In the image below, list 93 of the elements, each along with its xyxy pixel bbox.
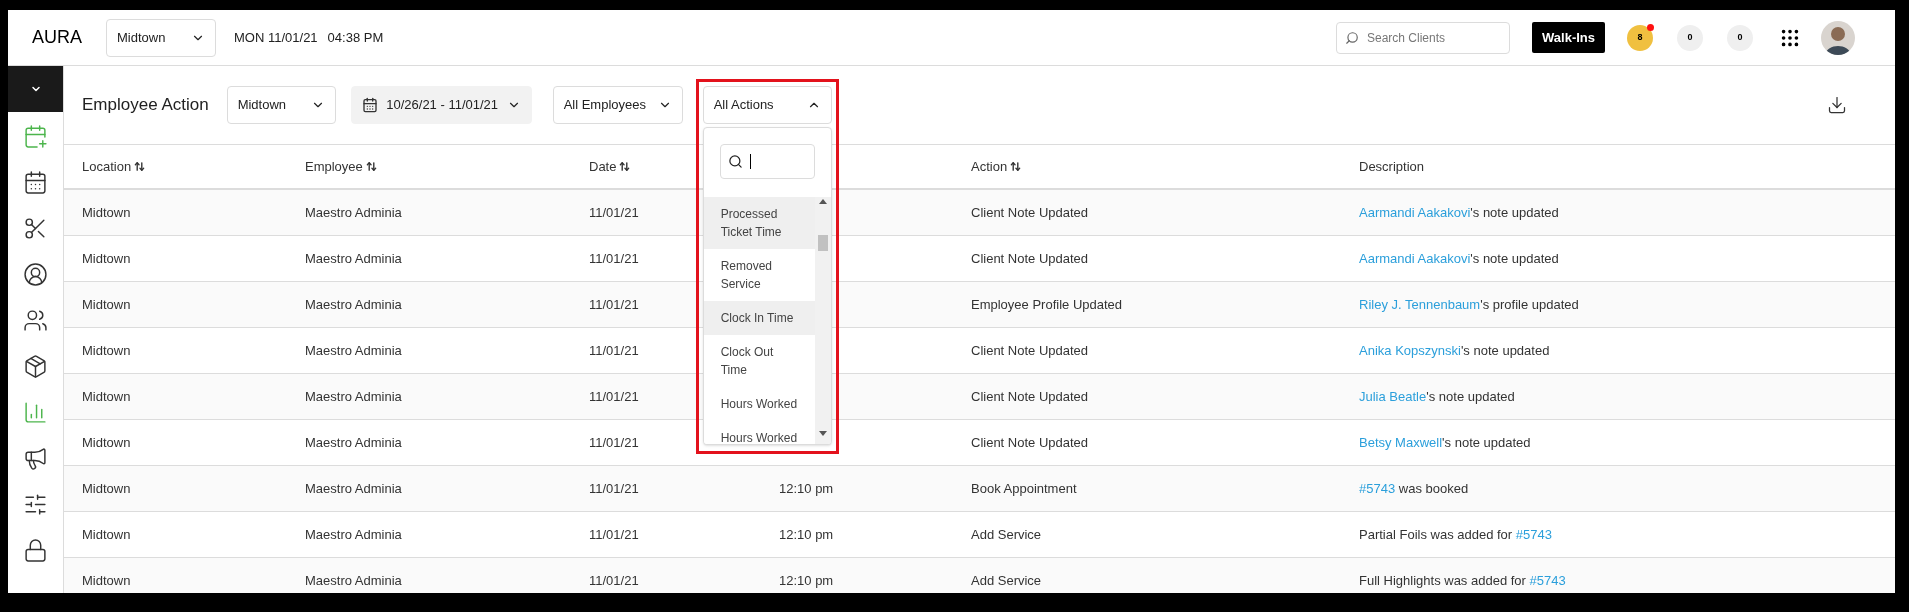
action-cell-text: Client Note Updated [971, 249, 1089, 268]
employee-cell-text: Maestro Adminia [305, 295, 402, 314]
date-cell-text: 11/01/21 [589, 387, 639, 406]
column-header[interactable]: Action [971, 156, 1022, 177]
location-cell-text: Midtown [82, 295, 131, 314]
dropdown-option[interactable]: Hours Worked [703, 421, 815, 444]
employee-cell-text: Maestro Adminia [305, 203, 402, 222]
current-date: MON 11/01/21 [234, 28, 318, 47]
employee-cell-text: Maestro Adminia [305, 433, 402, 452]
count-badge[interactable]: 8 [1627, 24, 1653, 51]
date-cell-text: 11/01/21 [589, 249, 639, 268]
description-cell-text: Aarmandi Aakakovi's note updated [1359, 203, 1559, 222]
description-cell-text: Riley J. Tennenbaum's profile updated [1359, 295, 1579, 314]
search-field[interactable]: Search Clients [1336, 21, 1510, 54]
calendar-icon[interactable] [23, 170, 48, 195]
sort-icon [134, 161, 146, 172]
logo: AURA [32, 26, 82, 49]
megaphone-icon[interactable] [23, 446, 48, 471]
dropdown-option[interactable]: Processed Ticket Time [703, 197, 815, 249]
description-cell-text: #5743 was booked [1359, 479, 1469, 498]
text-cursor [749, 154, 751, 169]
description-cell-text: Full Highlights was added for #5743 [1359, 571, 1566, 590]
sliders-icon[interactable] [23, 492, 48, 517]
package-icon[interactable] [23, 354, 48, 379]
count-badge[interactable]: 0 [1727, 24, 1753, 51]
scroll-thumb[interactable] [817, 234, 828, 251]
employee-cell-text: Maestro Adminia [305, 387, 402, 406]
time-cell: 12:10 pm [779, 526, 834, 542]
column-header[interactable]: Location [82, 156, 146, 177]
date-range-filter[interactable]: 10/26/21 - 11/01/21 [350, 86, 532, 124]
location-cell-text: Midtown [82, 341, 131, 360]
calendar-icon [361, 97, 378, 113]
current-time: 04:38 PM [327, 28, 384, 47]
avatar[interactable] [1821, 20, 1855, 55]
location-cell-text: Midtown [82, 433, 131, 452]
sort-icon [619, 161, 631, 172]
action-cell-text: Client Note Updated [971, 387, 1089, 406]
description-cell-text: Anika Kopszynski's note updated [1359, 341, 1550, 360]
scroll-down-icon[interactable] [818, 431, 827, 436]
description-cell-text: Partial Foils was added for #5743 [1359, 525, 1552, 544]
action-cell-text: Employee Profile Updated [971, 295, 1123, 314]
action-cell-text: Add Service [971, 571, 1042, 590]
search-icon [727, 154, 743, 169]
search-icon [1345, 30, 1359, 45]
employee-cell-text: Maestro Adminia [305, 249, 402, 268]
description-cell-text: Julia Beatle's note updated [1359, 387, 1515, 406]
location-filter[interactable]: Midtown [226, 86, 336, 124]
download-icon[interactable] [1827, 95, 1847, 115]
date-cell-text: 11/01/21 [589, 479, 639, 498]
date-cell-text: 11/01/21 [589, 571, 639, 590]
page-title: Employee Action [82, 94, 209, 117]
action-cell-text: Book Appointment [971, 479, 1077, 498]
employee-cell-text: Maestro Adminia [305, 525, 402, 544]
bar-chart-icon[interactable] [23, 400, 48, 425]
lock-icon[interactable] [23, 538, 48, 563]
date-cell-text: 11/01/21 [589, 341, 639, 360]
sort-icon [365, 161, 377, 172]
sort-icon [1010, 161, 1022, 172]
location-cell-text: Midtown [82, 525, 131, 544]
action-cell-text: Client Note Updated [971, 341, 1089, 360]
column-header[interactable]: Description [1359, 156, 1425, 177]
walk-ins-button[interactable]: Walk-Ins [1532, 22, 1605, 53]
date-cell-text: 11/01/21 [589, 203, 639, 222]
action-cell-text: Add Service [971, 525, 1042, 544]
location-cell-text: Midtown [82, 387, 131, 406]
location-select[interactable]: Midtown [106, 18, 216, 57]
column-header[interactable]: Date [589, 156, 631, 177]
employee-cell-text: Maestro Adminia [305, 479, 402, 498]
employee-cell-text: Maestro Adminia [305, 571, 402, 590]
date-cell-text: 11/01/21 [589, 433, 639, 452]
action-cell-text: Client Note Updated [971, 433, 1089, 452]
users-icon[interactable] [23, 308, 48, 333]
user-icon[interactable] [23, 262, 48, 287]
calendar-plus-icon[interactable] [23, 124, 48, 149]
count-badge[interactable]: 0 [1677, 24, 1703, 51]
time-cell: 12:10 pm [779, 480, 834, 496]
scroll-up-icon[interactable] [818, 199, 827, 204]
description-cell-text: Aarmandi Aakakovi's note updated [1359, 249, 1559, 268]
action-filter[interactable]: All Actions [702, 86, 832, 124]
dropdown-search-field[interactable] [719, 144, 815, 179]
location-cell-text: Midtown [82, 203, 131, 222]
description-cell-text: Betsy Maxwell's note updated [1359, 433, 1531, 452]
location-cell-text: Midtown [82, 571, 131, 590]
employee-filter[interactable]: All Employees [552, 86, 683, 124]
date-cell-text: 11/01/21 [589, 295, 639, 314]
location-cell-text: Midtown [82, 249, 131, 268]
column-header[interactable]: Employee [305, 156, 377, 177]
date-cell-text: 11/01/21 [589, 525, 639, 544]
time-cell: 12:10 pm [779, 572, 834, 588]
dropdown-option[interactable]: Clock In Time [703, 301, 815, 335]
employee-cell-text: Maestro Adminia [305, 341, 402, 360]
location-cell-text: Midtown [82, 479, 131, 498]
action-cell-text: Client Note Updated [971, 203, 1089, 222]
